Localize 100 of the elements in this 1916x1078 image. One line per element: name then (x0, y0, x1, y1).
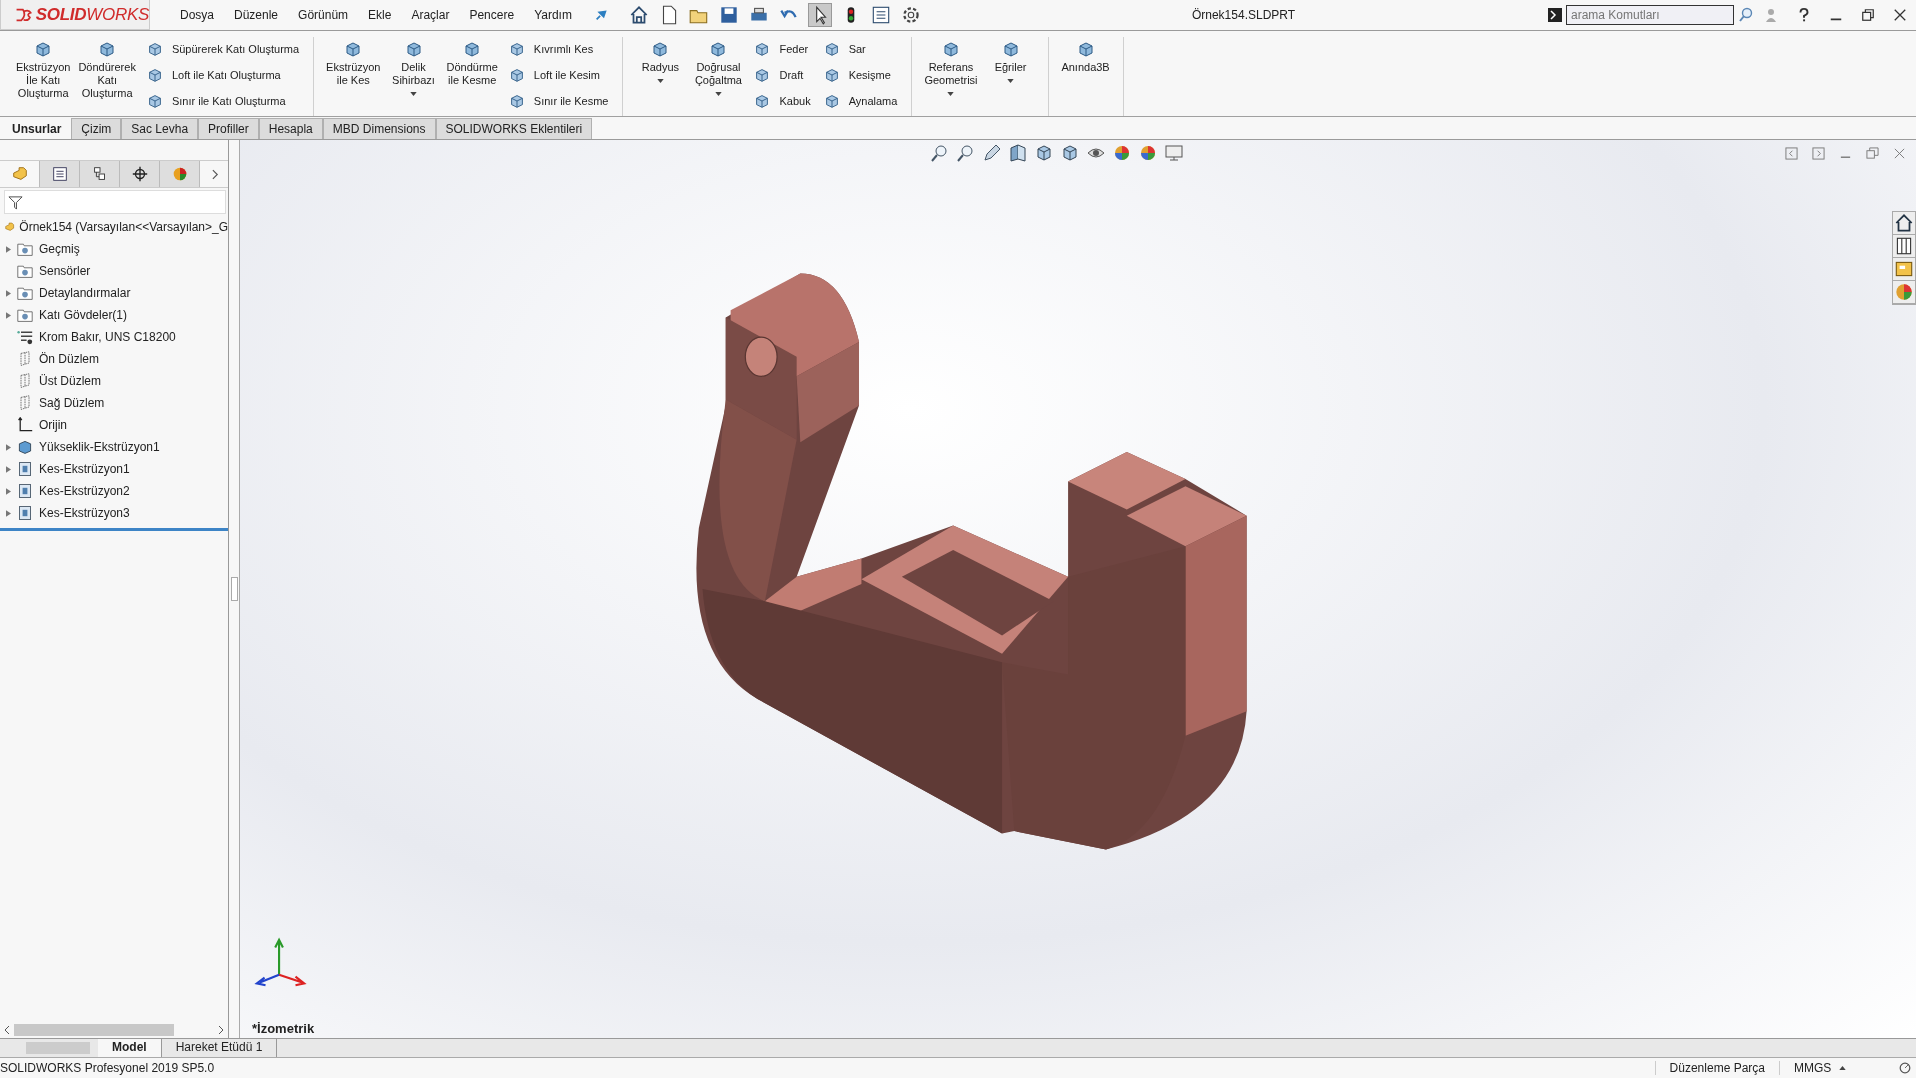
ribbon-button[interactable]: Süpürerek Katı Oluşturma (145, 37, 300, 60)
folder-icon (17, 263, 33, 279)
menu-item[interactable]: Düzenle (224, 8, 289, 22)
ribbon-tab[interactable]: Hesapla (258, 118, 323, 139)
ribbon-button[interactable]: Loft ile Katı Oluşturma (145, 63, 300, 86)
expand-arrow-icon[interactable] (6, 465, 11, 473)
menu-item[interactable]: Pencere (459, 8, 525, 22)
appearance-icon[interactable] (1112, 143, 1132, 163)
ribbon-tab[interactable]: SOLIDWORKS Eklentileri (435, 118, 593, 139)
tree-item[interactable]: Sağ Düzlem (17, 395, 105, 411)
scrollbar-thumb[interactable] (14, 1024, 174, 1036)
display-style-icon[interactable] (1060, 143, 1080, 163)
ribbon-tab[interactable]: Sac Levha (121, 118, 199, 139)
zoom-area-icon[interactable] (956, 143, 976, 163)
tree-item[interactable]: Örnek154 (Varsayılan<<Varsayılan>_G (0, 216, 228, 238)
caret-icon (714, 92, 722, 96)
caret-icon (1839, 1066, 1847, 1070)
cursor-icon[interactable] (807, 3, 832, 27)
ribbon-button[interactable]: Döndürerek Katı Oluşturma (76, 37, 138, 116)
restore-icon[interactable] (1861, 8, 1875, 22)
tree-item[interactable]: Yükseklik-Ekstrüzyon1 (17, 439, 160, 455)
scroll-left-icon[interactable] (4, 1025, 10, 1035)
search-field[interactable]: arama Komutları (1566, 5, 1734, 25)
ribbon-button[interactable]: Döndürme ile Kesme (444, 37, 500, 116)
expand-arrow-icon[interactable] (6, 443, 11, 451)
ribbon-button[interactable]: Draft (753, 63, 811, 86)
folder-icon (17, 285, 33, 301)
appearance-icon[interactable] (1893, 281, 1915, 304)
ribbon-button[interactable]: Delik Sihirbazı (386, 37, 441, 116)
ribbon-button[interactable]: Radyus (633, 37, 688, 116)
ribbon-button[interactable]: Sınır ile Kesme (507, 89, 609, 112)
crosshair-tab[interactable] (120, 161, 160, 187)
cube-view-icon[interactable] (1034, 143, 1054, 163)
caret-icon (1007, 79, 1015, 83)
property-tab[interactable] (40, 161, 80, 187)
filter-field[interactable] (4, 190, 226, 214)
units-selector[interactable]: MMGS (1779, 1061, 1898, 1075)
display-tab[interactable] (160, 161, 200, 187)
ribbon-button[interactable]: Sınır ile Katı Oluşturma (145, 89, 300, 112)
expand-arrow-icon[interactable] (6, 289, 11, 297)
section-view-icon[interactable] (1008, 143, 1028, 163)
tree-item[interactable]: Kes-Ekstrüzyon3 (17, 505, 130, 521)
model-tab[interactable]: Model (98, 1039, 162, 1057)
tree-item[interactable]: Sensörler (17, 263, 91, 279)
scroll-right-icon[interactable] (218, 1025, 224, 1035)
plane-icon (17, 373, 33, 389)
ribbon-button[interactable]: Loft ile Kesim (507, 63, 609, 86)
ribbon-button[interactable]: Ekstrüzyon İle Katı Oluşturma (14, 37, 73, 116)
tree-item[interactable]: Geçmiş (17, 241, 80, 257)
tree-item[interactable]: Üst Düzlem (17, 373, 101, 389)
menu-item[interactable]: Dosya (170, 8, 224, 22)
tree-item[interactable]: Detaylandırmalar (17, 285, 131, 301)
expand-arrow-icon[interactable] (6, 509, 11, 517)
ribbon-button[interactable]: Eğriler (983, 37, 1038, 116)
rebuild-icon[interactable] (1898, 1061, 1912, 1075)
view-label: *İzometrik (252, 1021, 315, 1036)
origin-icon (17, 417, 33, 433)
pencil-icon[interactable] (982, 143, 1002, 163)
ribbon-button[interactable]: Sar (822, 37, 898, 60)
pin-icon[interactable] (593, 8, 608, 22)
ribbon-tab[interactable]: MBD Dimensions (322, 118, 436, 139)
menu-item[interactable]: Yardım (524, 8, 582, 22)
ribbon-button[interactable]: Kıvrımlı Kes (507, 37, 609, 60)
zoom-to-fit-icon[interactable] (930, 143, 950, 163)
tree-item[interactable]: Ön Düzlem (17, 351, 100, 367)
ribbon-button[interactable]: Kesişme (822, 63, 898, 86)
tree-item[interactable]: Krom Bakır, UNS C18200 (17, 329, 176, 345)
ribbon-button[interactable]: Ekstrüzyon ile Kes (324, 37, 383, 116)
home-icon[interactable] (1893, 212, 1915, 235)
part-icon (10, 165, 29, 183)
model-tab[interactable]: Hareket Etüdü 1 (161, 1039, 278, 1057)
crosshair-icon (130, 165, 149, 183)
search-icon (1738, 7, 1754, 23)
ribbon-button[interactable]: Anında3B (1058, 37, 1113, 116)
menu-item[interactable]: Araçlar (401, 8, 460, 22)
ribbon-button[interactable]: Doğrusal Çoğaltma (691, 37, 746, 116)
splitter-handle[interactable] (230, 577, 238, 601)
tree-item[interactable]: Kes-Ekstrüzyon1 (17, 461, 130, 477)
ribbon-button[interactable]: Referans Geometrisi (922, 37, 980, 116)
tree-item[interactable]: Katı Gövdeler(1) (17, 307, 128, 323)
menu-item[interactable]: Ekle (358, 8, 402, 22)
command-prompt-icon (1548, 8, 1562, 22)
ribbon-tab[interactable]: Profiller (198, 118, 259, 139)
ribbon-button[interactable]: Feder (753, 37, 811, 60)
expand-arrow-icon[interactable] (6, 311, 11, 319)
tile-left-icon[interactable] (1785, 146, 1798, 160)
close-icon[interactable] (1893, 8, 1907, 22)
menu-item[interactable]: Görünüm (288, 8, 359, 22)
tile-right-icon[interactable] (1812, 146, 1825, 160)
chevron-right-icon[interactable] (212, 168, 219, 180)
tree-item[interactable]: Orijin (17, 417, 67, 433)
configuration-tab[interactable] (80, 161, 120, 187)
tree-item[interactable]: Kes-Ekstrüzyon2 (17, 483, 130, 499)
ribbon-tab[interactable]: Çizim (71, 118, 122, 139)
expand-arrow-icon[interactable] (6, 487, 11, 495)
help-icon[interactable] (1797, 7, 1811, 23)
ribbon-button[interactable]: Kabuk (753, 89, 811, 112)
expand-arrow-icon[interactable] (6, 245, 11, 253)
library-icon[interactable] (1893, 235, 1915, 258)
ribbon-button[interactable]: Aynalama (822, 89, 898, 112)
